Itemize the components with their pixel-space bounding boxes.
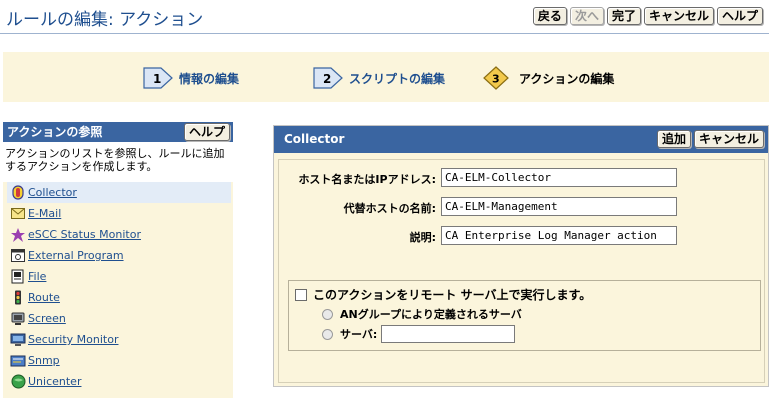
- host-input[interactable]: [441, 168, 677, 187]
- status-monitor-icon: [10, 227, 26, 243]
- collector-form-header: Collector 追加 キャンセル: [274, 126, 768, 153]
- next-button[interactable]: 次へ: [569, 7, 604, 25]
- list-item[interactable]: E-Mail: [7, 203, 231, 224]
- cancel-button[interactable]: キャンセル: [643, 7, 714, 25]
- step-label: スクリプトの編集: [349, 71, 446, 86]
- svg-text:3: 3: [492, 73, 500, 86]
- form-buttons: 追加 キャンセル: [656, 130, 764, 148]
- wizard-step-2[interactable]: 2 スクリプトの編集: [313, 66, 445, 90]
- finish-button[interactable]: 完了: [606, 7, 641, 25]
- description-row: 説明:: [279, 226, 759, 246]
- action-link-collector[interactable]: Collector: [28, 182, 77, 203]
- top-toolbar: 戻る 次へ 完了 キャンセル ヘルプ: [532, 7, 763, 25]
- host-row: ホスト名またはIPアドレス:: [279, 168, 759, 188]
- action-link-screen[interactable]: Screen: [28, 308, 66, 329]
- file-icon: [10, 269, 26, 285]
- radio-row-group[interactable]: ANグループにより定義されるサーバ: [322, 306, 522, 322]
- collector-form-title: Collector: [284, 132, 345, 146]
- step-arrow-icon: 2: [313, 66, 343, 90]
- action-link-external-program[interactable]: External Program: [28, 245, 124, 266]
- remote-checkbox[interactable]: [295, 288, 307, 301]
- svg-text:2: 2: [323, 72, 331, 86]
- list-item[interactable]: Snmp: [7, 350, 231, 371]
- remote-checkbox-row[interactable]: このアクションをリモート サーバ上で実行します。: [295, 286, 591, 303]
- action-reference-title: アクションの参照: [7, 125, 103, 139]
- title-divider: [0, 33, 769, 34]
- wizard-steps: 1 情報の編集 2 スクリプトの編集 3 アクションの編集: [3, 52, 769, 102]
- action-reference-header: アクションの参照 ヘルプ: [3, 122, 233, 142]
- list-item[interactable]: External Program: [7, 245, 231, 266]
- action-link-file[interactable]: File: [28, 266, 46, 287]
- action-list: Collector E-Mail eSCC Status Monitor Ext…: [7, 182, 231, 392]
- action-link-unicenter[interactable]: Unicenter: [28, 371, 81, 392]
- route-icon: [10, 290, 26, 306]
- wizard-step-1[interactable]: 1 情報の編集: [143, 66, 239, 90]
- radio-group-server-label: ANグループにより定義されるサーバ: [340, 308, 522, 321]
- snmp-icon: [10, 353, 26, 369]
- action-reference-description: アクションのリストを参照し、ルールに追加するアクションを作成します。: [3, 142, 233, 182]
- security-monitor-icon: [10, 332, 26, 348]
- external-program-icon: [10, 248, 26, 264]
- remote-server-group: このアクションをリモート サーバ上で実行します。 ANグループにより定義されるサ…: [288, 280, 761, 351]
- radio-row-server[interactable]: サーバ:: [322, 325, 516, 343]
- list-item[interactable]: Screen: [7, 308, 231, 329]
- back-button[interactable]: 戻る: [532, 7, 567, 25]
- step-label: 情報の編集: [179, 71, 240, 86]
- radio-specific-server[interactable]: [322, 328, 333, 340]
- wizard-step-3: 3 アクションの編集: [483, 66, 614, 90]
- host-label: ホスト名またはIPアドレス:: [298, 173, 436, 186]
- screen-icon: [10, 311, 26, 327]
- list-item[interactable]: Route: [7, 287, 231, 308]
- action-link-escc-status-monitor[interactable]: eSCC Status Monitor: [28, 224, 141, 245]
- remote-checkbox-label: このアクションをリモート サーバ上で実行します。: [313, 288, 592, 302]
- alt-host-input[interactable]: [441, 197, 677, 216]
- description-label: 説明:: [409, 231, 436, 244]
- svg-text:1: 1: [153, 72, 161, 86]
- server-input[interactable]: [381, 325, 516, 343]
- action-reference-panel: アクションの参照 ヘルプ アクションのリストを参照し、ルールに追加するアクション…: [3, 122, 233, 398]
- action-link-email[interactable]: E-Mail: [28, 203, 61, 224]
- collector-form-panel: Collector 追加 キャンセル ホスト名またはIPアドレス: 代替ホストの…: [273, 125, 769, 387]
- action-link-route[interactable]: Route: [28, 287, 60, 308]
- list-item[interactable]: Security Monitor: [7, 329, 231, 350]
- list-item[interactable]: Unicenter: [7, 371, 231, 392]
- help-button[interactable]: ヘルプ: [183, 123, 230, 141]
- action-link-security-monitor[interactable]: Security Monitor: [28, 329, 118, 350]
- unicenter-icon: [10, 374, 26, 390]
- help-button[interactable]: ヘルプ: [716, 7, 763, 25]
- step-arrow-icon: 1: [143, 66, 173, 90]
- email-icon: [10, 206, 26, 222]
- page-title: ルールの編集: アクション: [6, 10, 204, 30]
- collector-form-body: ホスト名またはIPアドレス: 代替ホストの名前: 説明: このアクションをリモー…: [278, 159, 765, 383]
- collector-icon: [10, 185, 26, 201]
- step-diamond-icon: 3: [483, 66, 513, 90]
- radio-group-server[interactable]: [322, 308, 333, 320]
- radio-specific-server-label: サーバ:: [340, 328, 378, 341]
- step-label: アクションの編集: [519, 71, 615, 86]
- list-item[interactable]: Collector: [7, 182, 231, 203]
- list-item[interactable]: File: [7, 266, 231, 287]
- alt-host-row: 代替ホストの名前:: [279, 197, 759, 217]
- add-button[interactable]: 追加: [656, 130, 691, 148]
- form-cancel-button[interactable]: キャンセル: [693, 130, 764, 148]
- alt-host-label: 代替ホストの名前:: [343, 202, 436, 215]
- action-link-snmp[interactable]: Snmp: [28, 350, 60, 371]
- description-input[interactable]: [441, 226, 677, 245]
- list-item[interactable]: eSCC Status Monitor: [7, 224, 231, 245]
